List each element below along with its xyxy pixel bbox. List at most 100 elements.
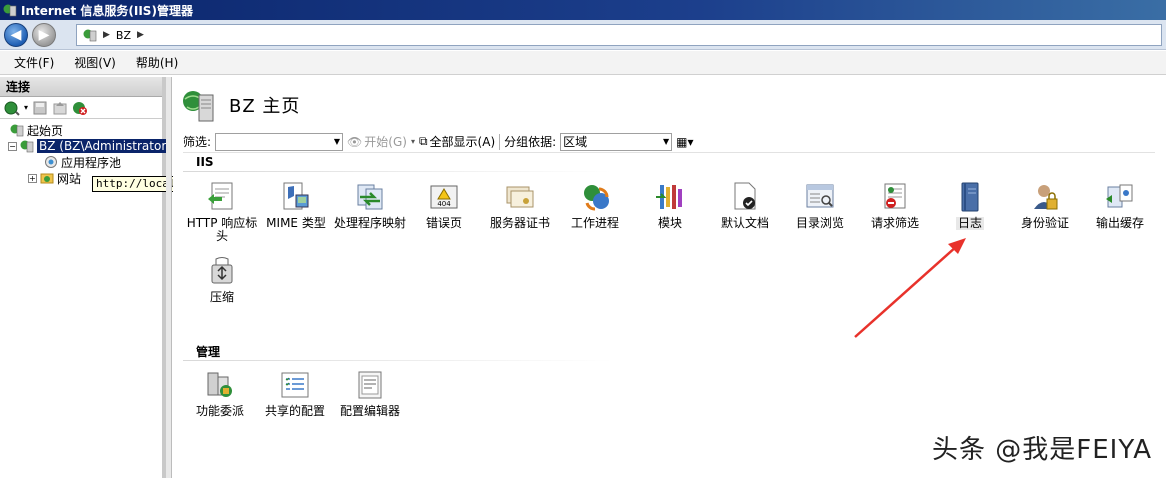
feature-feature-delegation[interactable]: 功能委派 bbox=[183, 369, 257, 418]
tree-item-app-pools[interactable]: 应用程序池 bbox=[44, 154, 121, 170]
section-management-label: 管理 bbox=[196, 345, 221, 359]
request-filter-icon bbox=[884, 183, 906, 209]
menu-help[interactable]: 帮助(H) bbox=[136, 54, 178, 71]
app-pool-icon bbox=[45, 156, 57, 168]
feature-label: 默认文档 bbox=[720, 216, 769, 230]
default-doc-icon bbox=[734, 182, 756, 210]
arrow-left-icon: ◀ bbox=[10, 27, 22, 43]
page-header: BZ 主页 bbox=[181, 87, 300, 123]
tree-label: 起始页 bbox=[27, 123, 64, 138]
save-icon[interactable] bbox=[32, 100, 48, 116]
feature-compression[interactable]: 压缩 bbox=[185, 255, 259, 304]
feature-label: MIME 类型 bbox=[266, 216, 326, 230]
server-icon bbox=[183, 91, 214, 122]
feature-directory-browse[interactable]: 目录浏览 bbox=[783, 181, 857, 230]
start-page-icon bbox=[10, 124, 24, 137]
feature-label: 身份验证 bbox=[1020, 216, 1069, 230]
feature-certificate[interactable]: 服务器证书 bbox=[483, 181, 557, 230]
forward-button[interactable]: ▶ bbox=[32, 23, 56, 47]
feature-label: 配置编辑器 bbox=[339, 404, 400, 418]
feature-error-page[interactable]: 404 错误页 bbox=[407, 181, 481, 230]
feature-config-editor[interactable]: 配置编辑器 bbox=[333, 369, 407, 418]
feature-handler[interactable]: 处理程序映射 bbox=[333, 181, 407, 230]
server-icon bbox=[83, 29, 97, 42]
expand-icon[interactable]: + bbox=[28, 173, 37, 183]
feature-label: 共享的配置 bbox=[264, 404, 325, 418]
authentication-icon bbox=[1034, 185, 1058, 210]
main-content: BZ 主页 筛选: ▼ 👁 开始(G) ▾ ⧉ 全部显示(A) 分组依据: 区域 ▼ … bbox=[173, 77, 1166, 478]
watermark-text: 头条 @我是FEIYA bbox=[932, 435, 1152, 465]
disconnect-icon[interactable] bbox=[72, 100, 88, 116]
feature-label: 压缩 bbox=[209, 290, 234, 304]
section-iis-label: IIS bbox=[196, 155, 214, 169]
feature-request-filter[interactable]: 请求筛选 bbox=[858, 181, 932, 230]
breadcrumb-server[interactable]: BZ bbox=[116, 29, 131, 42]
feature-label: 目录浏览 bbox=[795, 216, 844, 230]
iis-app-icon bbox=[3, 4, 17, 17]
group-by-label: 分组依据: bbox=[504, 135, 557, 149]
show-all-icon: ⧉ bbox=[418, 134, 428, 148]
http-headers-icon bbox=[208, 182, 233, 210]
tree-label: 应用程序池 bbox=[61, 155, 122, 170]
separator bbox=[499, 133, 501, 150]
feature-http-headers[interactable]: HTTP 响应标头 bbox=[185, 181, 259, 243]
pane-splitter[interactable] bbox=[166, 77, 172, 478]
feature-shared-config[interactable]: 共享的配置 bbox=[258, 369, 332, 418]
chevron-down-icon: ▼ bbox=[333, 137, 341, 146]
filter-input[interactable]: ▼ bbox=[215, 132, 344, 151]
filter-bar: 筛选: ▼ 👁 开始(G) ▾ ⧉ 全部显示(A) 分组依据: 区域 ▼ ▦▾ bbox=[183, 131, 1155, 153]
connect-globe-icon[interactable] bbox=[4, 100, 20, 116]
feature-label: 功能委派 bbox=[195, 404, 244, 418]
section-divider bbox=[183, 360, 613, 361]
feature-label: 工作进程 bbox=[570, 216, 619, 230]
show-all-button[interactable]: ⧉ 全部显示(A) bbox=[419, 133, 495, 150]
feature-modules[interactable]: 模块 bbox=[633, 181, 707, 230]
menu-view[interactable]: 视图(V) bbox=[74, 54, 116, 71]
page-title: BZ 主页 bbox=[229, 96, 301, 117]
feature-label: 请求筛选 bbox=[870, 216, 919, 230]
handler-icon bbox=[357, 184, 383, 210]
config-editor-icon bbox=[358, 371, 382, 399]
breadcrumb-separator-icon[interactable]: ▶ bbox=[137, 30, 144, 40]
filter-label: 筛选: bbox=[183, 135, 212, 149]
server-icon bbox=[20, 140, 34, 153]
feature-mime[interactable]: MIME 类型 bbox=[259, 181, 333, 230]
feature-worker-process[interactable]: 工作进程 bbox=[558, 181, 632, 230]
tree-label: 网站 bbox=[57, 171, 82, 186]
logging-icon bbox=[961, 182, 979, 212]
chevron-down-icon: ▼ bbox=[663, 137, 670, 146]
arrow-right-icon: ▶ bbox=[38, 27, 50, 43]
feature-label: 服务器证书 bbox=[489, 216, 550, 230]
tree-item-start-page[interactable]: 起始页 bbox=[10, 122, 63, 138]
up-level-icon[interactable] bbox=[52, 100, 68, 116]
feature-output-cache[interactable]: 输出缓存 bbox=[1083, 181, 1157, 230]
modules-icon bbox=[654, 185, 686, 209]
svg-text:404: 404 bbox=[437, 200, 451, 208]
tree-label: BZ (BZ\Administrator bbox=[37, 139, 169, 153]
feature-authentication[interactable]: 身份验证 bbox=[1008, 181, 1082, 230]
collapse-icon[interactable]: − bbox=[8, 141, 17, 151]
feature-logging[interactable]: 日志 bbox=[933, 181, 1007, 230]
breadcrumb-separator-icon[interactable]: ▶ bbox=[103, 30, 110, 40]
feature-default-doc[interactable]: 默认文档 bbox=[708, 181, 782, 230]
back-button[interactable]: ◀ bbox=[4, 23, 28, 47]
output-cache-icon bbox=[1106, 184, 1133, 208]
menu-file[interactable]: 文件(F) bbox=[14, 54, 54, 71]
folder-globe-icon bbox=[40, 173, 54, 184]
tree-item-server[interactable]: − BZ (BZ\Administrator bbox=[8, 138, 169, 154]
start-filter-button[interactable]: 👁 开始(G) bbox=[347, 133, 407, 150]
window-title: Internet 信息服务(IIS)管理器 bbox=[21, 3, 193, 18]
feature-label: 处理程序映射 bbox=[333, 216, 406, 230]
connections-header: 连接 bbox=[0, 77, 162, 97]
menu-bar: 文件(F) 视图(V) 帮助(H) bbox=[0, 51, 1166, 75]
compression-icon bbox=[211, 257, 233, 284]
dropdown-arrow-icon[interactable]: ▾ bbox=[24, 103, 28, 112]
group-by-select[interactable]: 区域 ▼ bbox=[560, 132, 673, 151]
error-page-icon: 404 bbox=[430, 185, 458, 209]
feature-label: 错误页 bbox=[425, 216, 462, 230]
feature-label: 输出缓存 bbox=[1095, 216, 1144, 230]
dropdown-arrow-icon[interactable]: ▾ bbox=[411, 137, 415, 146]
view-mode-icon[interactable]: ▦▾ bbox=[676, 135, 693, 149]
address-field[interactable]: ▶ BZ ▶ bbox=[76, 24, 1162, 46]
tree-item-sites[interactable]: + 网站 bbox=[28, 170, 81, 186]
